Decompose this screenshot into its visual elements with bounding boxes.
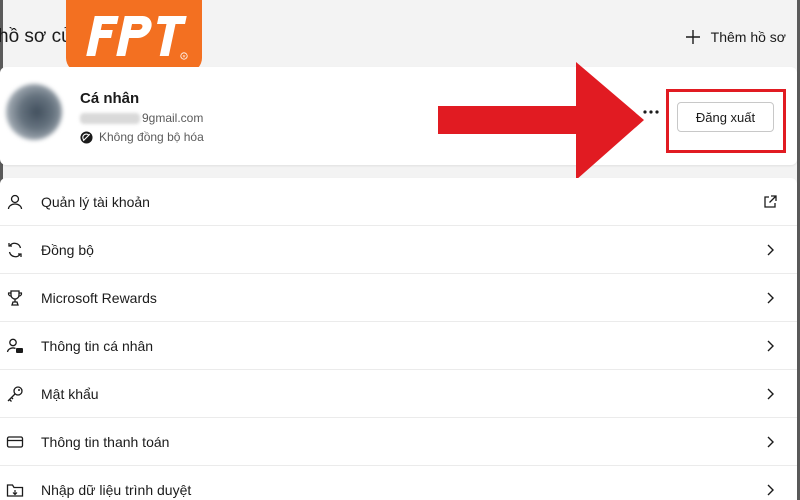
- more-options-button[interactable]: [640, 104, 662, 120]
- more-horizontal-icon: [643, 110, 659, 114]
- profile-email-suffix: 9gmail.com: [142, 111, 204, 125]
- person-icon: [7, 194, 23, 209]
- menu-item-passwords[interactable]: Mật khẩu: [0, 370, 797, 418]
- add-profile-label: Thêm hồ sơ: [710, 29, 786, 45]
- fpt-logo-icon: R: [86, 16, 188, 60]
- menu-item-manage-account[interactable]: Quản lý tài khoản: [0, 178, 797, 226]
- menu-item-import-browser-data[interactable]: Nhập dữ liệu trình duyệt: [0, 466, 797, 500]
- plus-icon: [685, 30, 700, 44]
- chevron-right-icon: [767, 388, 774, 399]
- menu-item-label: Đồng bộ: [41, 241, 94, 258]
- menu-item-label: Thông tin cá nhân: [41, 337, 154, 354]
- fpt-logo: R: [66, 0, 202, 72]
- menu-item-personal-info[interactable]: Thông tin cá nhân: [0, 322, 797, 370]
- key-icon: [7, 385, 23, 402]
- import-folder-icon: [6, 484, 24, 497]
- signout-button[interactable]: Đăng xuất: [677, 102, 774, 132]
- chevron-right-icon: [767, 436, 774, 447]
- avatar: [6, 84, 62, 140]
- chevron-right-icon: [767, 244, 774, 255]
- sync-status: Không đồng bộ hóa: [80, 130, 204, 144]
- add-profile-button[interactable]: Thêm hồ sơ: [685, 24, 786, 50]
- chevron-right-icon: [767, 292, 774, 303]
- menu-item-label: Thông tin thanh toán: [41, 433, 170, 450]
- red-arrow-annotation: [438, 62, 644, 180]
- external-link-icon: [764, 194, 777, 208]
- person-card-icon: [6, 338, 23, 353]
- menu-item-label: Quản lý tài khoản: [41, 193, 150, 210]
- profile-email: 9gmail.com: [80, 111, 203, 125]
- sync-icon: [8, 242, 22, 257]
- menu-item-microsoft-rewards[interactable]: Microsoft Rewards: [0, 274, 797, 322]
- page-title: hồ sơ củ: [0, 26, 72, 47]
- menu-item-label: Nhập dữ liệu trình duyệt: [41, 482, 192, 498]
- menu-item-payment-info[interactable]: Thông tin thanh toán: [0, 418, 797, 466]
- chevron-right-icon: [767, 484, 774, 496]
- chevron-right-icon: [767, 340, 774, 351]
- svg-text:R: R: [183, 54, 186, 59]
- menu-item-label: Microsoft Rewards: [41, 289, 157, 306]
- trophy-icon: [7, 289, 23, 306]
- credit-card-icon: [6, 435, 24, 448]
- sync-off-icon: [80, 130, 93, 144]
- menu-item-label: Mật khẩu: [41, 385, 99, 402]
- profile-settings-list: Quản lý tài khoản Đồng bộ Microsoft Rewa…: [0, 178, 797, 500]
- menu-item-sync[interactable]: Đồng bộ: [0, 226, 797, 274]
- profile-name: Cá nhân: [80, 90, 140, 107]
- email-redacted: [80, 112, 140, 124]
- sync-status-label: Không đồng bộ hóa: [99, 130, 204, 144]
